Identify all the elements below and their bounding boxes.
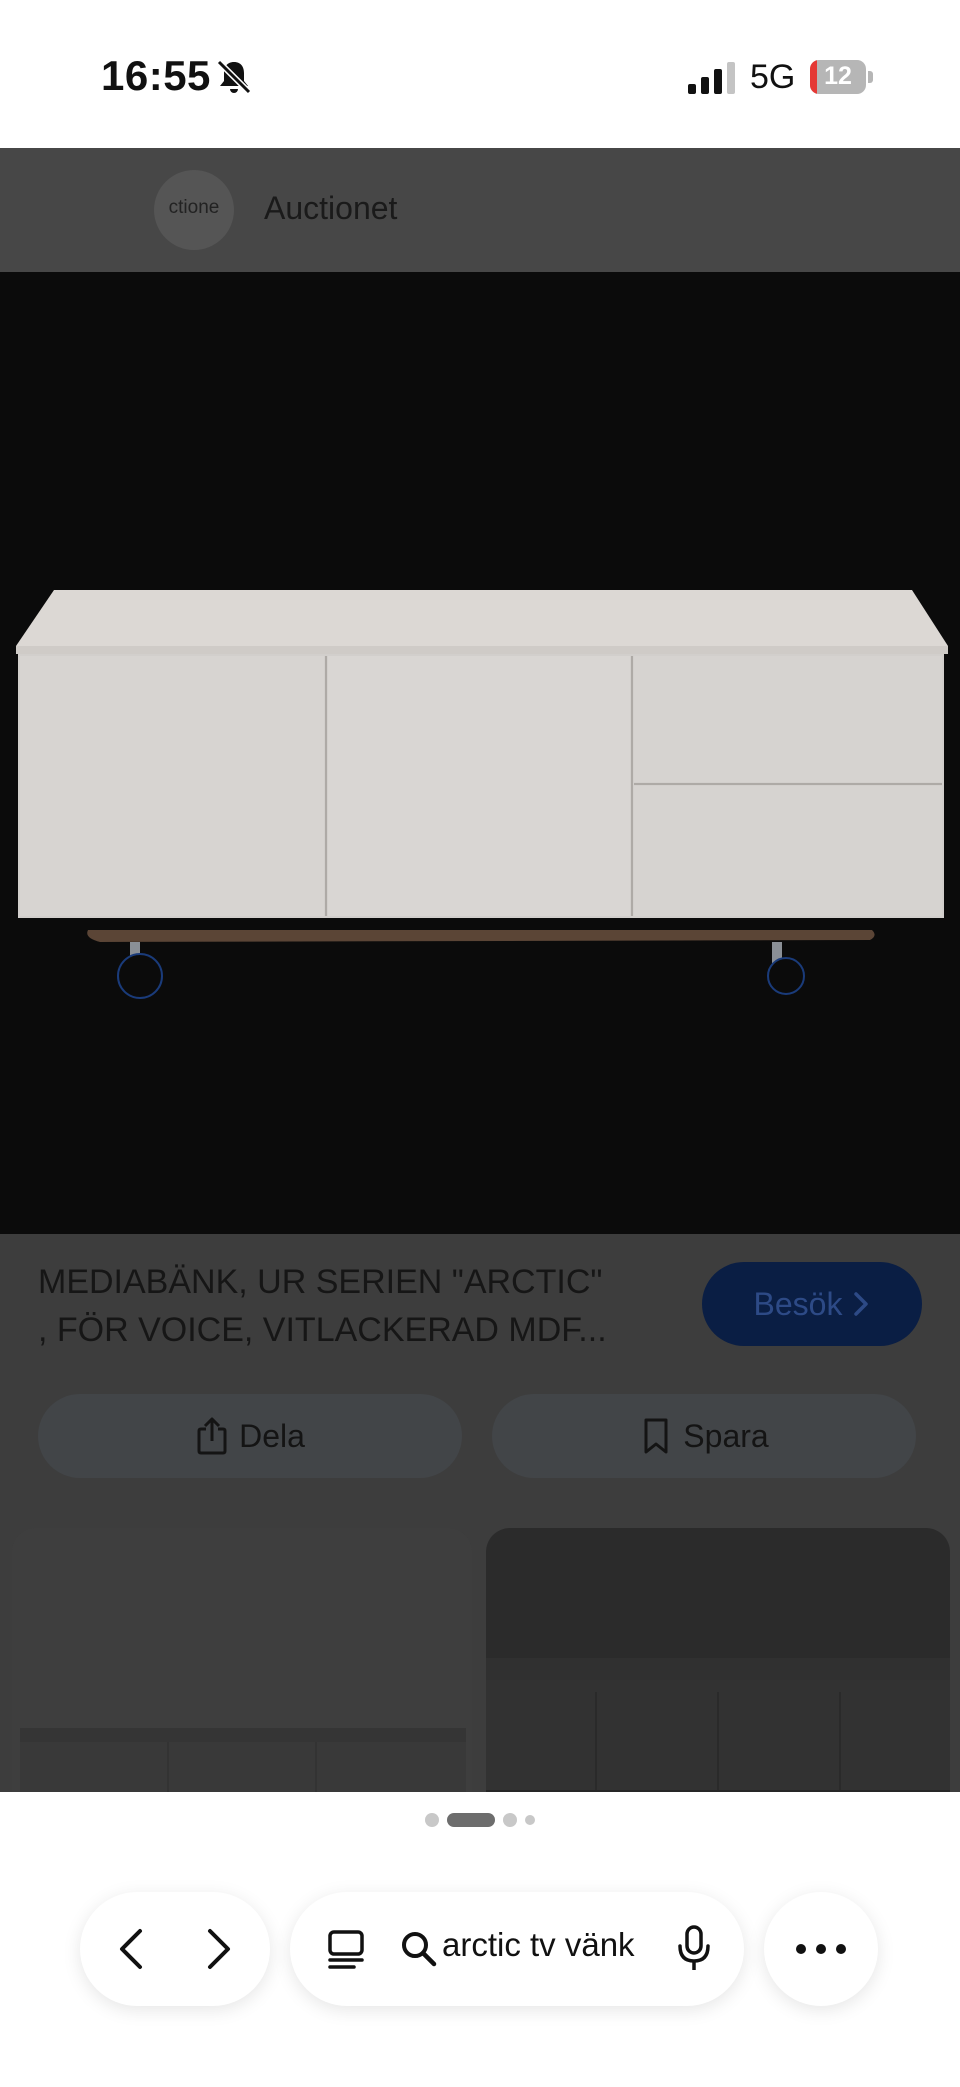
network-type: 5G [750,58,796,96]
battery-icon: 12 [810,60,876,94]
result-title[interactable]: MEDIABÄNK, UR SERIEN "ARCTIC" , FÖR VOIC… [38,1258,678,1354]
page-indicator[interactable] [0,1808,960,1832]
share-button[interactable]: Dela [38,1394,462,1478]
status-time: 16:55 [101,52,211,99]
bookmark-icon [644,1418,668,1454]
more-icon [796,1944,846,1954]
page-dot-active[interactable] [447,1813,495,1827]
visit-label: Besök [753,1285,843,1322]
address-bar[interactable]: arctic tv vänk [290,1892,744,2006]
save-label: Spara [683,1417,769,1454]
page-content: ctione Auctionet MEDIABÄNK, UR SERIEN "A… [0,148,960,1792]
battery-level: 12 [824,62,852,90]
product-image[interactable] [0,272,960,1234]
page-dot[interactable] [525,1815,535,1825]
share-icon [197,1417,227,1455]
forward-icon[interactable] [198,1927,238,1971]
related-image-1[interactable] [12,1528,472,1792]
search-icon [402,1932,437,1967]
related-image-1-illustration [20,1728,466,1792]
related-image-2-illustration [486,1658,950,1792]
more-button[interactable] [764,1892,878,2006]
microphone-icon[interactable] [676,1924,712,1974]
chevron-right-icon [854,1292,869,1316]
site-name[interactable]: Auctionet [264,190,397,227]
back-icon[interactable] [112,1927,152,1971]
save-button[interactable]: Spara [492,1394,916,1478]
share-label: Dela [239,1417,305,1454]
status-bar: 16:55 5G 12 [0,0,960,148]
page-dot[interactable] [425,1813,439,1827]
signal-icon [688,62,735,94]
page-dot[interactable] [503,1813,517,1827]
site-logo[interactable]: ctione [154,170,234,250]
visit-button[interactable]: Besök [702,1262,922,1346]
site-header[interactable]: ctione Auctionet [0,148,960,272]
tabs-icon[interactable] [326,1928,366,1970]
navigation-controls [80,1892,270,2006]
search-query[interactable]: arctic tv vänk [442,1926,635,1964]
bell-slash-icon [216,59,252,95]
media-bench-illustration [16,590,948,999]
related-image-2[interactable] [486,1528,950,1792]
